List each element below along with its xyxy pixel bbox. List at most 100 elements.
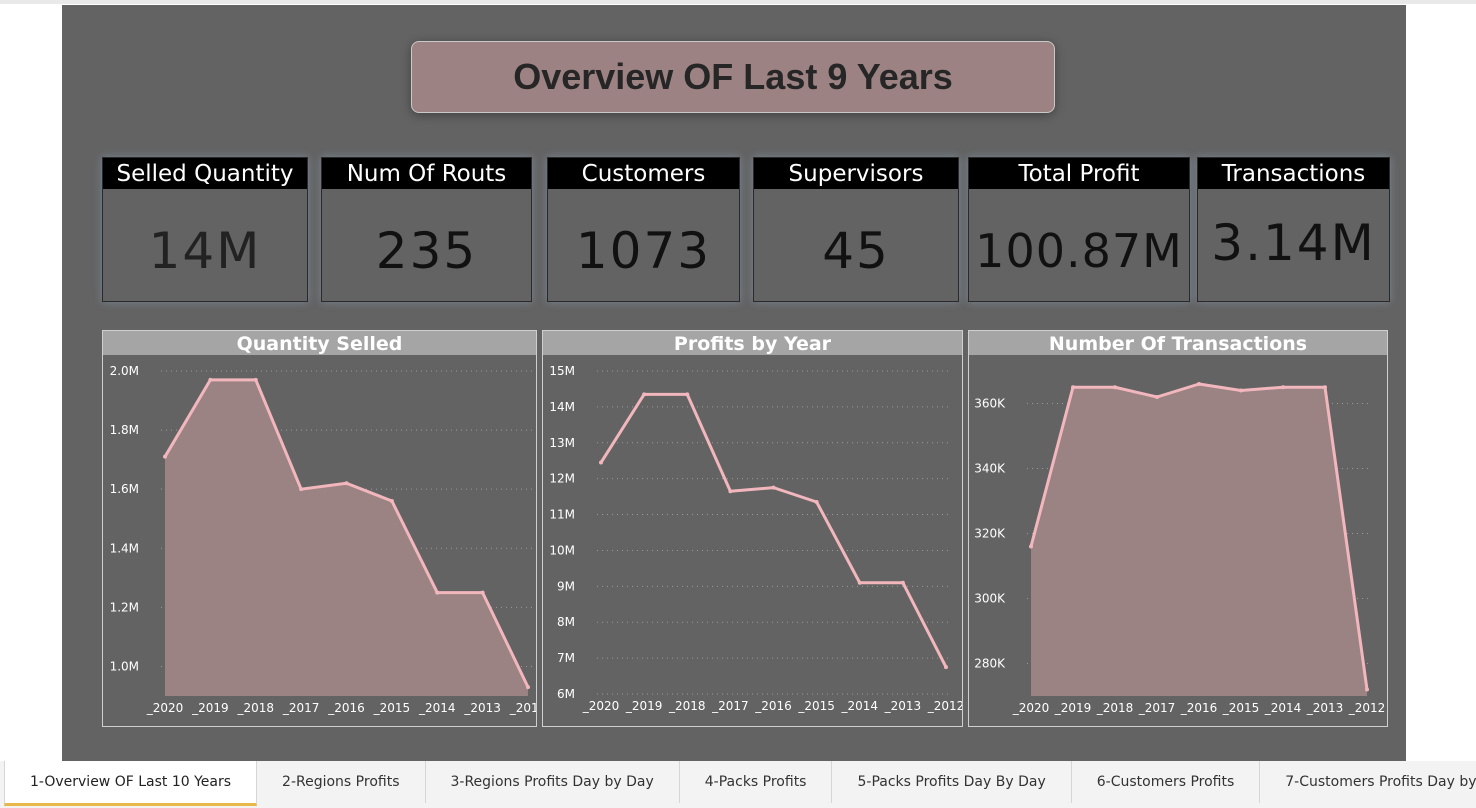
x-tick-label: _2016 xyxy=(1180,701,1218,715)
y-tick-label: 300K xyxy=(974,592,1006,606)
data-point[interactable] xyxy=(1197,382,1201,386)
chart-quantity-selled[interactable]: Quantity Selled 1.0M 1.2M 1.4M 1.6M 1.8M 2.0M… xyxy=(102,330,537,727)
data-point[interactable] xyxy=(814,499,819,504)
data-point[interactable] xyxy=(771,485,776,490)
y-tick-label: 1.0M xyxy=(110,659,139,673)
data-point[interactable] xyxy=(435,590,440,595)
x-tick-label: _2013 xyxy=(1306,701,1344,715)
area-fill xyxy=(165,379,528,696)
data-point[interactable] xyxy=(944,665,948,670)
x-tick-label: _2012 xyxy=(1348,701,1386,715)
chart-svg: 280K 300K 320K 340K 360K _2020 _2019 _2018 _2017… xyxy=(974,382,1386,715)
kpi-value: 45 xyxy=(822,222,890,280)
data-point[interactable] xyxy=(1281,385,1285,390)
kpi-label: Selled Quantity xyxy=(103,158,307,189)
data-point[interactable] xyxy=(685,392,690,397)
chart-svg: 1.0M 1.2M 1.4M 1.6M 1.8M 2.0M _2020 _2019 _2018 _… xyxy=(110,364,536,715)
kpi-card-num-of-routs[interactable]: Num Of Routs 235 xyxy=(321,157,532,302)
data-point[interactable] xyxy=(344,481,349,486)
y-tick-label: 320K xyxy=(974,527,1006,541)
x-tick-label: _2018 xyxy=(668,699,706,713)
y-tick-label: 13M xyxy=(549,436,575,450)
x-tick-label: _2013 xyxy=(884,699,922,713)
x-tick-label: _2013 xyxy=(463,701,501,715)
data-point[interactable] xyxy=(1155,395,1159,399)
chart-profits-by-year[interactable]: Profits by Year 6M 7M 8M 9M 10M 11M 12M 13M 14M 1… xyxy=(542,330,963,727)
kpi-card-transactions[interactable]: Transactions 3.14M xyxy=(1197,157,1390,302)
data-point[interactable] xyxy=(1365,687,1369,692)
data-point[interactable] xyxy=(253,377,258,382)
x-tick-label: _2015 xyxy=(1222,701,1260,715)
y-tick-label: 10M xyxy=(549,543,575,557)
area-fill xyxy=(1031,384,1367,696)
kpi-value: 14M xyxy=(148,222,262,280)
data-point[interactable] xyxy=(163,454,167,459)
x-tick-label: _2020 xyxy=(1012,701,1050,715)
kpi-card-supervisors[interactable]: Supervisors 45 xyxy=(753,157,959,302)
data-point[interactable] xyxy=(900,580,905,585)
data-point[interactable] xyxy=(1113,385,1117,390)
x-tick-label: _2019 xyxy=(625,699,663,713)
data-point[interactable] xyxy=(642,392,647,397)
kpi-label: Total Profit xyxy=(969,158,1189,189)
data-point[interactable] xyxy=(389,499,394,503)
x-tick-label: _2018 xyxy=(1096,701,1134,715)
tab-customers-profits-day-by-day[interactable]: 7-Customers Profits Day by Day xyxy=(1260,761,1476,803)
data-point[interactable] xyxy=(857,580,862,585)
data-point[interactable] xyxy=(1071,385,1075,390)
series-line xyxy=(599,392,948,668)
data-point[interactable] xyxy=(599,460,603,465)
chart-number-of-transactions[interactable]: Number Of Transactions 280K 300K 320K 340K 3… xyxy=(968,330,1388,727)
data-point[interactable] xyxy=(480,590,485,595)
kpi-card-total-profit[interactable]: Total Profit 100.87M xyxy=(968,157,1190,302)
x-tick-label: _2016 xyxy=(754,699,792,713)
data-point[interactable] xyxy=(299,487,304,492)
y-tick-label: 360K xyxy=(974,397,1006,411)
y-tick-label: 280K xyxy=(974,657,1006,671)
kpi-card-customers[interactable]: Customers 1073 xyxy=(547,157,740,302)
x-tick-label: _2015 xyxy=(797,699,835,713)
y-tick-label: 340K xyxy=(974,462,1006,476)
y-tick-label: 9M xyxy=(557,579,575,593)
data-point[interactable] xyxy=(1239,388,1243,393)
kpi-label: Transactions xyxy=(1198,158,1389,189)
y-tick-label: 1.8M xyxy=(110,423,139,437)
x-tick-label: _2012 xyxy=(927,699,962,713)
page-title: Overview OF Last 9 Years xyxy=(411,41,1055,113)
y-tick-label: 1.6M xyxy=(110,482,139,496)
tab-overview[interactable]: 1-Overview OF Last 10 Years xyxy=(4,761,258,806)
x-tick-label: _2012 xyxy=(509,701,536,715)
kpi-value: 235 xyxy=(375,222,478,280)
kpi-value: 3.14M xyxy=(1211,214,1376,272)
report-canvas: Overview OF Last 9 Years Selled Quantity… xyxy=(62,5,1406,761)
data-point[interactable] xyxy=(1323,385,1327,390)
x-tick-label: _2019 xyxy=(1054,701,1092,715)
x-tick-label: _2020 xyxy=(582,699,620,713)
y-tick-label: 11M xyxy=(549,508,575,522)
kpi-label: Supervisors xyxy=(754,158,958,189)
kpi-value: 100.87M xyxy=(975,224,1183,278)
tab-customers-profits[interactable]: 6-Customers Profits xyxy=(1072,761,1261,803)
tab-packs-profits[interactable]: 4-Packs Profits xyxy=(680,761,833,803)
data-point[interactable] xyxy=(728,489,733,494)
x-tick-label: _2015 xyxy=(373,701,411,715)
tab-packs-profits-day-by-day[interactable]: 5-Packs Profits Day By Day xyxy=(832,761,1072,803)
x-tick-label: _2017 xyxy=(711,699,749,713)
data-point[interactable] xyxy=(208,377,213,382)
y-tick-label: 7M xyxy=(557,651,575,665)
x-tick-label: _2014 xyxy=(840,699,878,713)
x-tick-label: _2014 xyxy=(1264,701,1302,715)
kpi-value: 1073 xyxy=(575,222,712,280)
kpi-label: Num Of Routs xyxy=(322,158,531,189)
tab-regions-profits[interactable]: 2-Regions Profits xyxy=(257,761,426,803)
data-point[interactable] xyxy=(526,685,530,690)
data-point[interactable] xyxy=(1029,544,1033,549)
kpi-card-selled-quantity[interactable]: Selled Quantity 14M xyxy=(102,157,308,302)
x-tick-label: _2017 xyxy=(282,701,320,715)
tab-regions-profits-day-by-day[interactable]: 3-Regions Profits Day by Day xyxy=(426,761,680,803)
x-tick-label: _2020 xyxy=(146,701,184,715)
y-tick-label: 2.0M xyxy=(110,364,139,378)
y-tick-label: 8M xyxy=(557,615,575,629)
y-tick-label: 6M xyxy=(557,687,575,701)
x-tick-label: _2016 xyxy=(327,701,365,715)
